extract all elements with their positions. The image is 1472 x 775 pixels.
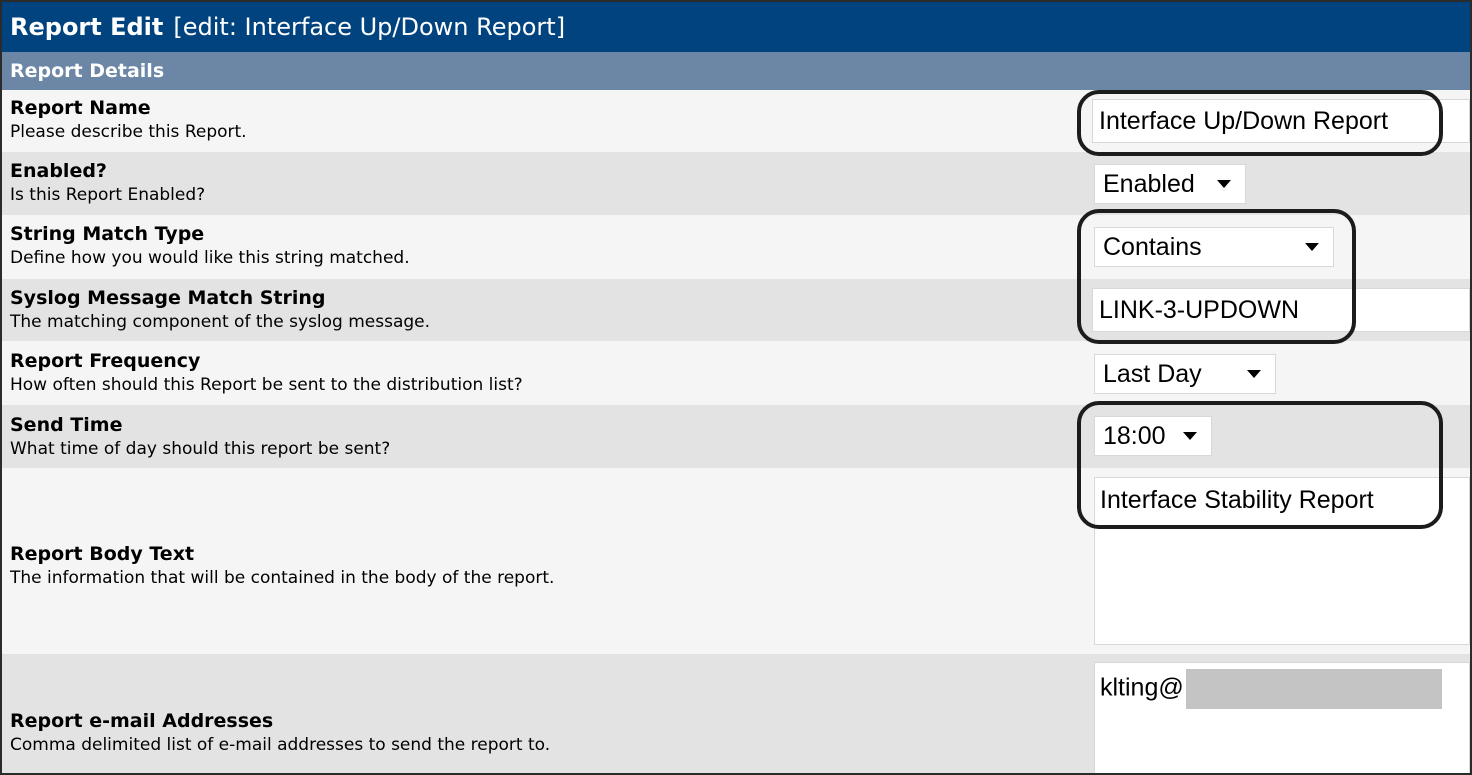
report-frequency-label: Report Frequency (10, 350, 201, 372)
report-frequency-select-value: Last Day (1103, 359, 1202, 388)
string-match-type-select-value: Contains (1103, 232, 1202, 261)
row-report-frequency: Report Frequency How often should this R… (2, 341, 1470, 405)
email-addresses-label: Report e-mail Addresses (10, 710, 274, 732)
send-time-description: What time of day should this report be s… (10, 439, 391, 459)
page-subtitle: [edit: Interface Up/Down Report] (173, 13, 566, 41)
email-addresses-value: klting@ (1100, 673, 1184, 702)
enabled-select-value: Enabled (1103, 169, 1195, 198)
report-frequency-description: How often should this Report be sent to … (10, 375, 523, 395)
report-name-input[interactable]: Interface Up/Down Report (1092, 99, 1470, 143)
send-time-select[interactable]: 18:00 (1094, 416, 1212, 456)
email-addresses-label-block: Report e-mail Addresses Comma delimited … (10, 709, 550, 757)
redacted-block (1185, 669, 1442, 709)
chevron-down-icon (1305, 243, 1319, 251)
row-match-string: Syslog Message Match String The matching… (2, 279, 1470, 341)
section-header: Report Details (2, 52, 1470, 90)
body-text-textarea[interactable]: Interface Stability Report (1094, 477, 1470, 645)
row-send-time: Send Time What time of day should this r… (2, 405, 1470, 468)
string-match-type-label: String Match Type (10, 223, 205, 245)
chevron-down-icon (1217, 180, 1231, 188)
send-time-select-value: 18:00 (1103, 421, 1166, 450)
match-string-input[interactable]: LINK-3-UPDOWN (1092, 288, 1470, 332)
row-email-addresses: Report e-mail Addresses Comma delimited … (2, 654, 1470, 773)
string-match-type-label-block: String Match Type Define how you would l… (10, 222, 410, 270)
send-time-label-block: Send Time What time of day should this r… (10, 413, 390, 461)
page-title: Report Edit (10, 13, 164, 41)
report-frequency-select[interactable]: Last Day (1094, 354, 1276, 394)
email-addresses-textarea[interactable]: klting@ (1094, 662, 1470, 773)
send-time-label: Send Time (10, 414, 123, 436)
enabled-label-block: Enabled? Is this Report Enabled? (10, 159, 205, 207)
enabled-description: Is this Report Enabled? (10, 185, 206, 205)
report-name-label-block: Report Name Please describe this Report. (10, 96, 247, 144)
email-addresses-description: Comma delimited list of e-mail addresses… (10, 735, 551, 755)
chevron-down-icon (1183, 432, 1197, 440)
body-text-label: Report Body Text (10, 543, 195, 565)
row-string-match-type: String Match Type Define how you would l… (2, 215, 1470, 279)
chevron-down-icon (1247, 370, 1261, 378)
enabled-label: Enabled? (10, 160, 107, 182)
report-name-description: Please describe this Report. (10, 122, 247, 142)
match-string-label: Syslog Message Match String (10, 287, 326, 309)
row-body-text: Report Body Text The information that wi… (2, 468, 1470, 654)
report-frequency-label-block: Report Frequency How often should this R… (10, 349, 523, 397)
match-string-description: The matching component of the syslog mes… (10, 312, 431, 332)
row-enabled: Enabled? Is this Report Enabled? Enabled (2, 152, 1470, 215)
report-edit-panel: Report Edit [edit: Interface Up/Down Rep… (0, 0, 1472, 775)
report-name-label: Report Name (10, 97, 151, 119)
row-report-name: Report Name Please describe this Report.… (2, 90, 1470, 152)
string-match-type-description: Define how you would like this string ma… (10, 248, 410, 268)
enabled-select[interactable]: Enabled (1094, 164, 1246, 204)
match-string-label-block: Syslog Message Match String The matching… (10, 286, 430, 334)
string-match-type-select[interactable]: Contains (1094, 227, 1334, 267)
page-title-bar: Report Edit [edit: Interface Up/Down Rep… (2, 2, 1470, 52)
body-text-label-block: Report Body Text The information that wi… (10, 542, 554, 590)
body-text-description: The information that will be contained i… (10, 568, 555, 588)
